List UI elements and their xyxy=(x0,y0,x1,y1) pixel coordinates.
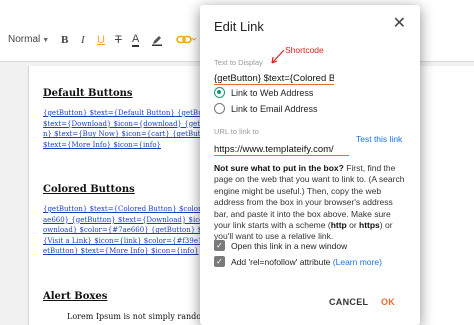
section-heading: Default Buttons xyxy=(43,88,133,99)
text-to-display-label: Text to Display xyxy=(214,58,263,67)
new-window-checkbox-row[interactable]: ✓ Open this link in a new window xyxy=(214,240,347,251)
checkbox-label: Open this link in a new window xyxy=(231,240,348,251)
nofollow-checkbox-row[interactable]: ✓ Add 'rel=nofollow' attribute (Learn mo… xyxy=(214,256,382,267)
format-select[interactable]: Normal ▼ xyxy=(8,34,49,45)
close-icon[interactable]: ✕ xyxy=(393,16,406,32)
underline-button[interactable]: U xyxy=(97,34,105,46)
radio-email-address[interactable]: Link to Email Address xyxy=(214,103,318,114)
radio-web-address[interactable]: Link to Web Address xyxy=(214,87,313,98)
checkbox-label: Add 'rel=nofollow' attribute (Learn more… xyxy=(231,256,382,267)
help-text: Not sure what to put in the box? First, … xyxy=(214,163,409,243)
radio-unselected-icon[interactable] xyxy=(214,103,225,114)
text-color-button[interactable]: A xyxy=(132,34,140,47)
bold-button[interactable]: B xyxy=(61,34,68,46)
paragraph-text: Lorem Ipsum is not simply random to xyxy=(67,312,220,321)
strikethrough-button[interactable]: T xyxy=(115,34,122,46)
chevron-down-icon: ▼ xyxy=(42,37,50,44)
radio-label: Link to Email Address xyxy=(231,103,318,114)
checkbox-checked-icon[interactable]: ✓ xyxy=(214,240,225,251)
section-heading: Alert Boxes xyxy=(43,291,108,302)
shortcode-annotation: Shortcode xyxy=(285,45,324,55)
help-lead: Not sure what to put in the box? xyxy=(214,163,344,173)
url-label: URL to link to xyxy=(214,127,259,136)
ok-button[interactable]: OK xyxy=(381,297,395,307)
highlight-pen-icon[interactable] xyxy=(151,34,163,49)
text-to-display-input[interactable] xyxy=(214,70,334,87)
section-heading: Colored Buttons xyxy=(43,184,135,195)
cancel-button[interactable]: CANCEL xyxy=(329,297,368,307)
edit-link-dialog: Edit Link ✕ Text to Display Shortcode Li… xyxy=(200,5,420,325)
test-link[interactable]: Test this link xyxy=(356,134,402,144)
dialog-title: Edit Link xyxy=(214,19,264,34)
help-or: or xyxy=(346,220,360,231)
help-https: https xyxy=(359,220,380,231)
insert-link-icon[interactable] xyxy=(176,34,197,48)
help-http: http xyxy=(330,220,347,231)
checkbox-checked-icon[interactable]: ✓ xyxy=(214,256,225,267)
shortcode-text: {getButton} $text={Default Button} {getB… xyxy=(43,109,222,149)
radio-selected-icon[interactable] xyxy=(214,87,225,98)
url-field[interactable] xyxy=(214,139,349,158)
shortcode-text: {getButton} $text={Colored Button} $colo… xyxy=(43,205,223,256)
italic-button[interactable]: I xyxy=(81,34,85,46)
text-to-display-field[interactable] xyxy=(214,68,334,87)
radio-label: Link to Web Address xyxy=(231,87,314,98)
url-input[interactable] xyxy=(214,141,349,158)
learn-more-link[interactable]: (Learn more) xyxy=(333,257,382,267)
